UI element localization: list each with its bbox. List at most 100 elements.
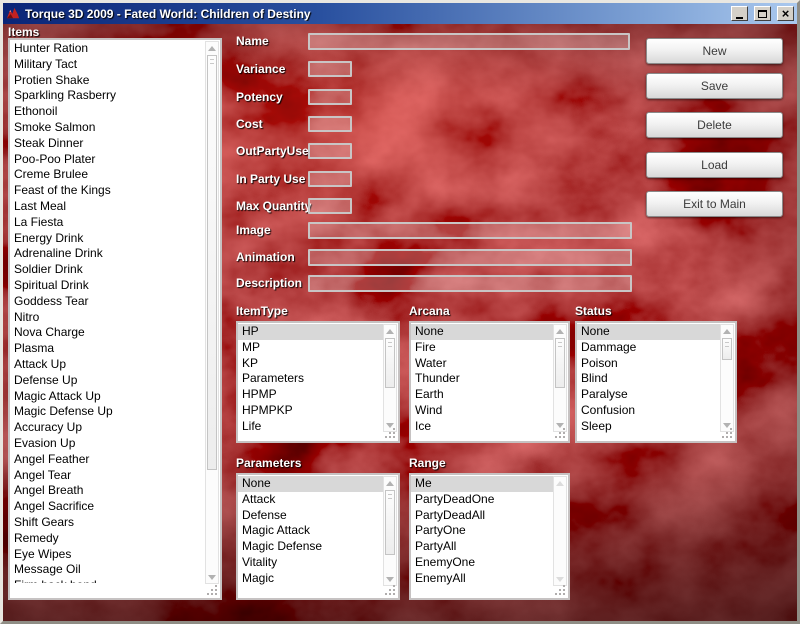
variance-input[interactable] <box>308 61 352 77</box>
resize-grip[interactable] <box>554 427 565 438</box>
option-item[interactable]: Magic Defense <box>238 539 383 555</box>
scroll-up-button[interactable] <box>554 325 566 337</box>
list-item[interactable]: Creme Brulee <box>10 167 205 183</box>
option-item[interactable]: Parameters <box>238 371 383 387</box>
option-item[interactable]: EnemyAll <box>411 571 553 587</box>
list-item[interactable]: Steak Dinner <box>10 136 205 152</box>
parameters-scrollbar[interactable] <box>383 476 397 586</box>
scrollbar-thumb[interactable] <box>207 55 217 470</box>
resize-grip[interactable] <box>206 584 217 595</box>
maxquantity-input[interactable] <box>308 198 352 214</box>
description-input[interactable] <box>308 275 632 292</box>
option-item[interactable]: Magic Attack <box>238 523 383 539</box>
option-item[interactable]: HP <box>238 324 383 340</box>
option-item[interactable]: Paralyse <box>577 387 720 403</box>
load-button[interactable]: Load <box>646 152 783 178</box>
option-item[interactable]: Attack <box>238 492 383 508</box>
list-item[interactable]: Last Meal <box>10 199 205 215</box>
list-item[interactable]: Ethonoil <box>10 104 205 120</box>
option-item[interactable]: HPMP <box>238 387 383 403</box>
option-item[interactable]: Wind <box>411 403 553 419</box>
option-item[interactable]: PartyDeadAll <box>411 508 553 524</box>
image-input[interactable] <box>308 222 632 239</box>
option-item[interactable]: MP <box>238 340 383 356</box>
option-item[interactable]: HPMPKP <box>238 403 383 419</box>
list-item[interactable]: Eye Wipes <box>10 547 205 563</box>
list-item[interactable]: Nitro <box>10 310 205 326</box>
scrollbar-thumb[interactable] <box>722 338 732 360</box>
option-item[interactable]: Blind <box>577 371 720 387</box>
option-item[interactable]: Thunder <box>411 371 553 387</box>
list-item[interactable]: Angel Breath <box>10 483 205 499</box>
scrollbar-thumb[interactable] <box>385 338 395 388</box>
option-item[interactable]: Confusion <box>577 403 720 419</box>
list-item[interactable]: Protien Shake <box>10 73 205 89</box>
list-item[interactable]: Adrenaline Drink <box>10 246 205 262</box>
list-item[interactable]: Magic Attack Up <box>10 389 205 405</box>
list-item[interactable]: Feast of the Kings <box>10 183 205 199</box>
resize-grip[interactable] <box>384 584 395 595</box>
save-button[interactable]: Save <box>646 73 783 99</box>
scroll-down-button[interactable] <box>206 571 218 583</box>
list-item[interactable]: Smoke Salmon <box>10 120 205 136</box>
scroll-up-button[interactable] <box>721 325 733 337</box>
list-item[interactable]: Evasion Up <box>10 436 205 452</box>
close-button[interactable]: × <box>777 6 794 21</box>
option-item[interactable]: EnemyOne <box>411 555 553 571</box>
option-item[interactable]: KP <box>238 356 383 372</box>
option-item[interactable]: Fire <box>411 340 553 356</box>
delete-button[interactable]: Delete <box>646 112 783 138</box>
scroll-up-button[interactable] <box>384 477 396 489</box>
list-item[interactable]: Attack Up <box>10 357 205 373</box>
list-item[interactable]: Hunter Ration <box>10 41 205 57</box>
list-item[interactable]: Firm back bond <box>10 578 205 583</box>
list-item[interactable]: La Fiesta <box>10 215 205 231</box>
inpartyuse-input[interactable] <box>308 171 352 187</box>
option-item[interactable]: PartyAll <box>411 539 553 555</box>
list-item[interactable]: Plasma <box>10 341 205 357</box>
option-item[interactable]: Water <box>411 356 553 372</box>
option-item[interactable]: PartyDeadOne <box>411 492 553 508</box>
option-item[interactable]: Ice <box>411 419 553 435</box>
resize-grip[interactable] <box>554 584 565 595</box>
option-item[interactable]: Magic <box>238 571 383 587</box>
itemtype-scrollbar[interactable] <box>383 324 397 432</box>
option-item[interactable]: None <box>577 324 720 340</box>
list-item[interactable]: Sparkling Rasberry <box>10 88 205 104</box>
scroll-up-button[interactable] <box>206 42 218 54</box>
list-item[interactable]: Poo-Poo Plater <box>10 152 205 168</box>
list-item[interactable]: Energy Drink <box>10 231 205 247</box>
resize-grip[interactable] <box>384 427 395 438</box>
list-item[interactable]: Spiritual Drink <box>10 278 205 294</box>
items-scrollbar[interactable] <box>205 41 219 584</box>
list-item[interactable]: Message Oil <box>10 562 205 578</box>
cost-input[interactable] <box>308 116 352 132</box>
list-item[interactable]: Defense Up <box>10 373 205 389</box>
option-item[interactable]: PartyOne <box>411 523 553 539</box>
arcana-scrollbar[interactable] <box>553 324 567 432</box>
list-item[interactable]: Accuracy Up <box>10 420 205 436</box>
potency-input[interactable] <box>308 89 352 105</box>
list-item[interactable]: Remedy <box>10 531 205 547</box>
list-item[interactable]: Shift Gears <box>10 515 205 531</box>
option-item[interactable]: Life <box>238 419 383 435</box>
option-item[interactable]: Dammage <box>577 340 720 356</box>
option-item[interactable]: None <box>411 324 553 340</box>
list-item[interactable]: Goddess Tear <box>10 294 205 310</box>
option-item[interactable]: Me <box>411 476 553 492</box>
list-item[interactable]: Angel Feather <box>10 452 205 468</box>
list-item[interactable]: Angel Sacrifice <box>10 499 205 515</box>
option-item[interactable]: Defense <box>238 508 383 524</box>
animation-input[interactable] <box>308 249 632 266</box>
exit-to-main-button[interactable]: Exit to Main <box>646 191 783 217</box>
option-item[interactable]: None <box>238 476 383 492</box>
outpartyuse-input[interactable] <box>308 143 352 159</box>
list-item[interactable]: Angel Tear <box>10 468 205 484</box>
option-item[interactable]: Vitality <box>238 555 383 571</box>
resize-grip[interactable] <box>721 427 732 438</box>
scrollbar-thumb[interactable] <box>555 338 565 388</box>
name-input[interactable] <box>308 33 630 50</box>
list-item[interactable]: Military Tact <box>10 57 205 73</box>
new-button[interactable]: New <box>646 38 783 64</box>
option-item[interactable]: Earth <box>411 387 553 403</box>
